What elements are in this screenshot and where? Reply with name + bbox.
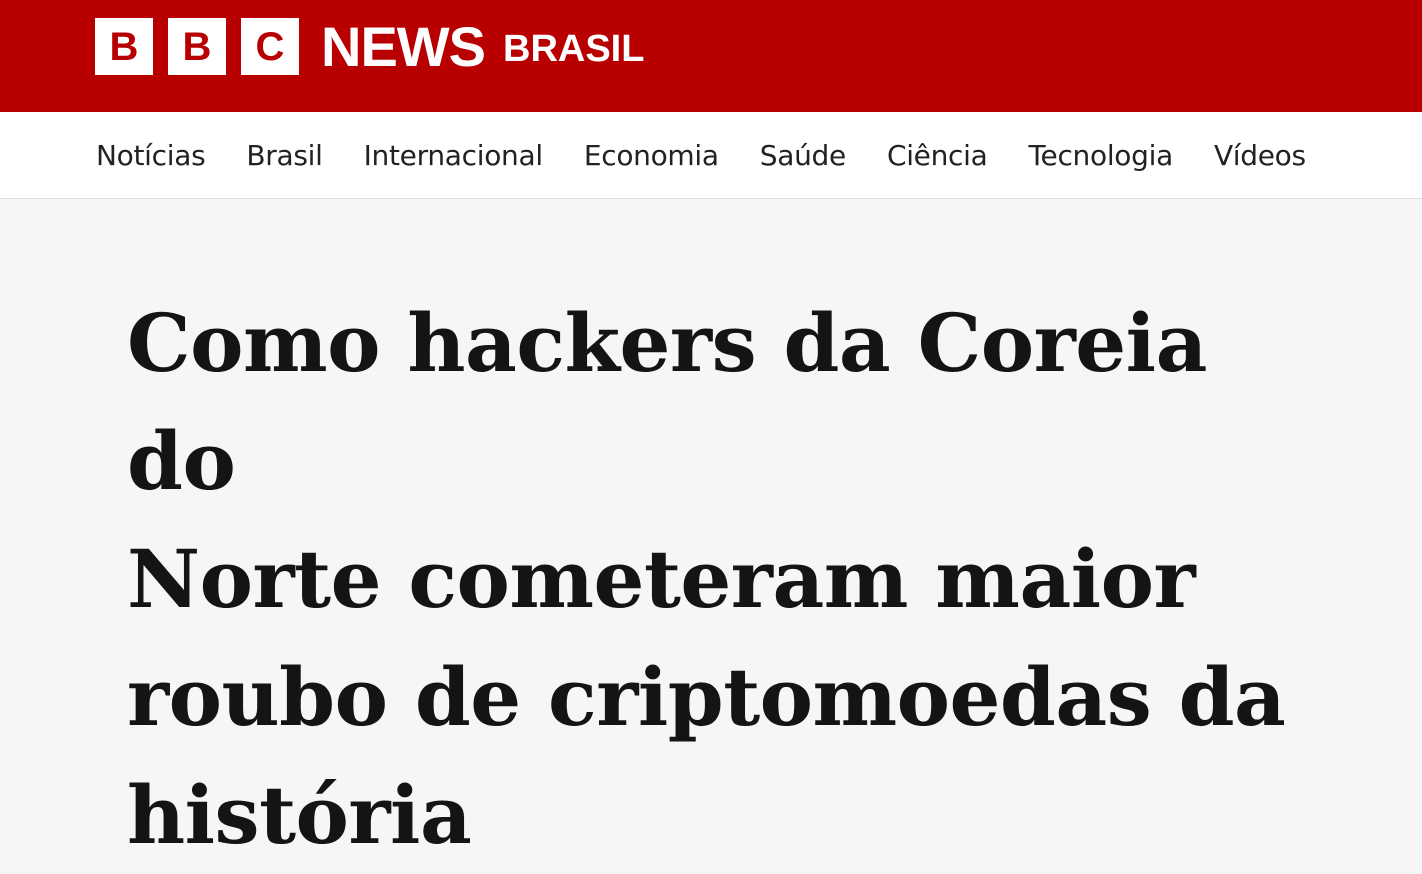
nav-item-noticias[interactable]: Notícias [96, 139, 206, 172]
nav-item-tecnologia[interactable]: Tecnologia [1028, 139, 1173, 172]
masthead: B B C NEWS BRASIL [0, 0, 1422, 112]
edition-label: BRASIL [503, 27, 645, 70]
nav-item-saude[interactable]: Saúde [760, 139, 846, 172]
bbc-logo-block-c: C [241, 18, 299, 75]
headline-line: Norte cometeram maior [127, 532, 1196, 626]
bbc-logo-block-b1: B [95, 18, 153, 75]
nav-item-ciencia[interactable]: Ciência [887, 139, 988, 172]
nav-item-internacional[interactable]: Internacional [364, 139, 544, 172]
article-headline: Como hackers da Coreia do Norte cometera… [127, 284, 1327, 874]
bbc-news-brasil-logo[interactable]: B B C NEWS BRASIL [95, 18, 644, 75]
news-wordmark: NEWS [321, 14, 486, 78]
nav-item-economia[interactable]: Economia [584, 139, 719, 172]
nav-list: Notícias Brasil Internacional Economia S… [96, 112, 1306, 198]
headline-line: Como hackers da Coreia do [127, 296, 1207, 508]
nav-item-brasil[interactable]: Brasil [246, 139, 323, 172]
bbc-logo-block-b2: B [168, 18, 226, 75]
nav-item-videos[interactable]: Vídeos [1214, 139, 1306, 172]
headline-line: roubo de criptomoedas da [127, 650, 1286, 744]
main-navigation: Notícias Brasil Internacional Economia S… [0, 112, 1422, 199]
headline-line: história [127, 768, 472, 862]
